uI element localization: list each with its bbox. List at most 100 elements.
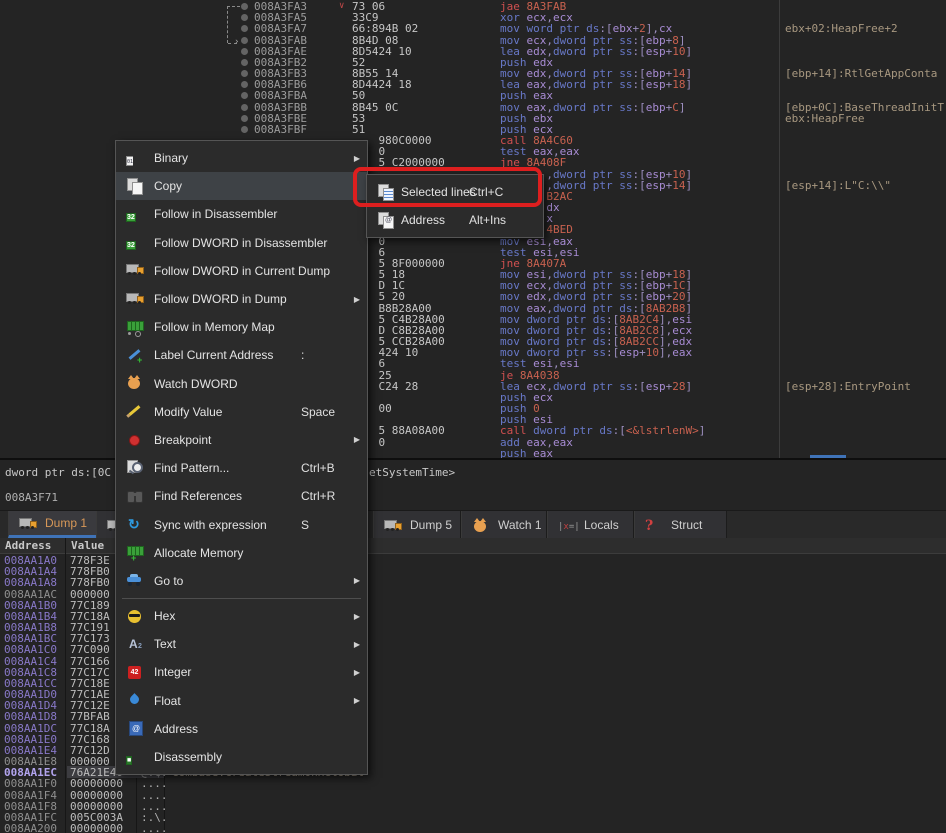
menu-item-follow-in-memory-map[interactable]: Follow in Memory Map — [116, 313, 367, 341]
disasm-row[interactable]: 008A3FBB8B45 0Cmov eax,dword ptr ss:[ebp… — [0, 102, 946, 113]
breakpoint-dot-icon[interactable] — [241, 115, 248, 122]
label-icon: + — [126, 347, 145, 364]
submenu-item-address[interactable]: @AddressAlt+Ins — [367, 206, 543, 234]
x64dbg-window: 008A3FA373 06jae 8A3FAB008A3FA533C9xor e… — [0, 0, 946, 833]
dump-address: 008AA1D8 — [4, 711, 57, 722]
menu-item-follow-dword-in-disassembler[interactable]: 32 Follow DWORD in Disassembler — [116, 229, 367, 257]
menu-item-follow-dword-in-current-dump[interactable]: Follow DWORD in Current Dump — [116, 257, 367, 285]
menu-item-label: Text — [154, 637, 176, 651]
menu-item-label: Follow DWORD in Disassembler — [154, 236, 327, 250]
menu-item-label: Copy — [154, 179, 182, 193]
breakpoint-icon — [126, 431, 145, 448]
tab-watch-1[interactable]: Watch 1 — [461, 511, 547, 538]
tab-locals[interactable]: |x=|Locals — [547, 511, 634, 538]
menu-item-shortcut: S — [301, 518, 309, 532]
submenu-arrow-icon: ▶ — [354, 154, 360, 163]
dump-address: 008AA1DC — [4, 723, 57, 734]
menu-item-label: Follow in Disassembler — [154, 207, 277, 221]
breakpoint-dot-icon[interactable] — [241, 37, 248, 44]
disasm-address: 008A3FBB — [254, 102, 307, 113]
disasm-row[interactable]: 008A3FB68D4424 18lea eax,dword ptr ss:[e… — [0, 79, 946, 90]
menu-item-integer[interactable]: 42Integer▶ — [116, 658, 367, 686]
horizontal-scrollbar-thumb[interactable] — [810, 455, 846, 458]
dump-value: 778FB0 — [70, 577, 110, 588]
breakpoint-dot-icon[interactable] — [241, 48, 248, 55]
breakpoint-dot-icon[interactable] — [241, 70, 248, 77]
float-icon — [126, 692, 145, 709]
breakpoint-dot-icon[interactable] — [241, 104, 248, 111]
allocmem-icon: + — [126, 544, 145, 561]
menu-item-go-to[interactable]: Go to▶ — [116, 567, 367, 595]
submenu-arrow-icon: ▶ — [354, 668, 360, 677]
menu-item-find-references[interactable]: Find ReferencesCtrl+R — [116, 482, 367, 510]
dump-row[interactable]: 008AA1F000000000.... — [0, 778, 946, 789]
breakpoint-dot-icon[interactable] — [241, 25, 248, 32]
disasm-row[interactable]: 008A3FA766:894B 02mov word ptr ds:[ebx+2… — [0, 23, 946, 34]
menu-item-find-pattern[interactable]: Find Pattern...Ctrl+B — [116, 454, 367, 482]
disasm-row[interactable]: 008A3FA373 06jae 8A3FAB — [0, 1, 946, 12]
disasm-bytes: 66:894B 02 — [352, 23, 418, 34]
disasm-row[interactable]: 008A3FAB8B4D 08mov ecx,dword ptr ss:[ebp… — [0, 35, 946, 46]
breakpoint-dot-icon[interactable] — [241, 14, 248, 21]
copy-submenu: Selected linesCtrl+C@AddressAlt+Ins — [366, 174, 544, 238]
menu-item-label: Binary — [154, 151, 188, 165]
menu-item-follow-dword-in-dump[interactable]: Follow DWORD in Dump▶ — [116, 285, 367, 313]
menu-item-text[interactable]: A2Text▶ — [116, 630, 367, 658]
disasm-address: 008A3FAB — [254, 35, 307, 46]
menu-item-address[interactable]: @Address — [116, 715, 367, 743]
menu-item-label-current-address[interactable]: +Label Current Address: — [116, 341, 367, 369]
menu-item-shortcut: Ctrl+B — [301, 461, 335, 475]
dump-address: 008AA200 — [4, 823, 57, 833]
disasm-row[interactable]: 008A3FAE8D5424 10lea edx,dword ptr ss:[e… — [0, 46, 946, 57]
tab-dump-5[interactable]: Dump 5 — [373, 511, 461, 538]
breakpoint-dot-icon[interactable] — [241, 3, 248, 10]
dump-address: 008AA1C0 — [4, 644, 57, 655]
tab-struct[interactable]: ?Struct — [634, 511, 727, 538]
menu-item-shortcut: : — [301, 348, 304, 362]
menu-item-breakpoint[interactable]: Breakpoint▶ — [116, 426, 367, 454]
breakpoint-dot-icon[interactable] — [241, 59, 248, 66]
dump-row[interactable]: 008AA20000000000.... — [0, 823, 946, 833]
menu-item-binary[interactable]: 01 10Binary▶ — [116, 144, 367, 172]
submenu-arrow-icon: ▶ — [354, 640, 360, 649]
dump-address: 008AA1C4 — [4, 656, 57, 667]
disasm-instruction: mov eax,dword ptr ss:[ebp+C] — [500, 102, 686, 113]
menu-item-float[interactable]: Float▶ — [116, 687, 367, 715]
dump-value: 77BFAB — [70, 711, 110, 722]
menu-item-hex[interactable]: Hex▶ — [116, 602, 367, 630]
menu-item-label: Address — [154, 722, 198, 736]
disasm-row[interactable]: 008A3FBE53push ebxebx:HeapFree — [0, 113, 946, 124]
breakpoint-dot-icon[interactable] — [241, 92, 248, 99]
dump-address: 008AA1F0 — [4, 778, 57, 789]
menu-item-sync-with-expression[interactable]: ↻Sync with expressionS — [116, 510, 367, 538]
breakpoint-dot-icon[interactable] — [241, 126, 248, 133]
dump-value: 77C090 — [70, 644, 110, 655]
submenu-item-selected-lines[interactable]: Selected linesCtrl+C — [367, 178, 543, 206]
disasm-row[interactable]: 008A3FBF51push ecx — [0, 124, 946, 135]
truck-icon — [126, 291, 145, 308]
menu-item-follow-in-disassembler[interactable]: 32Follow in Disassembler — [116, 200, 367, 228]
disasm-row[interactable]: 008A3FBA50push eax — [0, 90, 946, 101]
menu-item-watch-dword[interactable]: Watch DWORD — [116, 370, 367, 398]
menu-item-allocate-memory[interactable]: +Allocate Memory — [116, 539, 367, 567]
sync-icon: ↻ — [126, 516, 145, 533]
dump-value: 00000000 — [70, 790, 123, 801]
dump-value: 77C18A — [70, 723, 110, 734]
chip32-icon: 32 — [126, 234, 145, 251]
menu-item-disassembly[interactable]: ■Disassembly — [116, 743, 367, 771]
menu-item-copy[interactable]: Copy — [116, 172, 367, 200]
status-operand-text: dword ptr ds:[0C — [5, 467, 111, 478]
dump-value: 000000 — [70, 589, 110, 600]
breakpoint-dot-icon[interactable] — [241, 81, 248, 88]
menu-item-modify-value[interactable]: Modify ValueSpace — [116, 398, 367, 426]
menu-item-label: Integer — [154, 665, 191, 679]
disasm-comment: [esp+28]:EntryPoint — [785, 381, 945, 392]
disasm-row[interactable]: 008A3FB252push edx — [0, 57, 946, 68]
tab-label: Dump 1 — [45, 516, 87, 530]
dump-row[interactable]: 008AA1F400000000.... — [0, 790, 946, 801]
disasm-row[interactable]: 008A3FB38B55 14mov edx,dword ptr ss:[ebp… — [0, 68, 946, 79]
disasm-comment: ebx+02:HeapFree+2 — [785, 23, 945, 34]
tab-label: Locals — [584, 518, 619, 532]
binoculars-icon — [126, 488, 145, 505]
disasm-row[interactable]: 008A3FA533C9xor ecx,ecx — [0, 12, 946, 23]
